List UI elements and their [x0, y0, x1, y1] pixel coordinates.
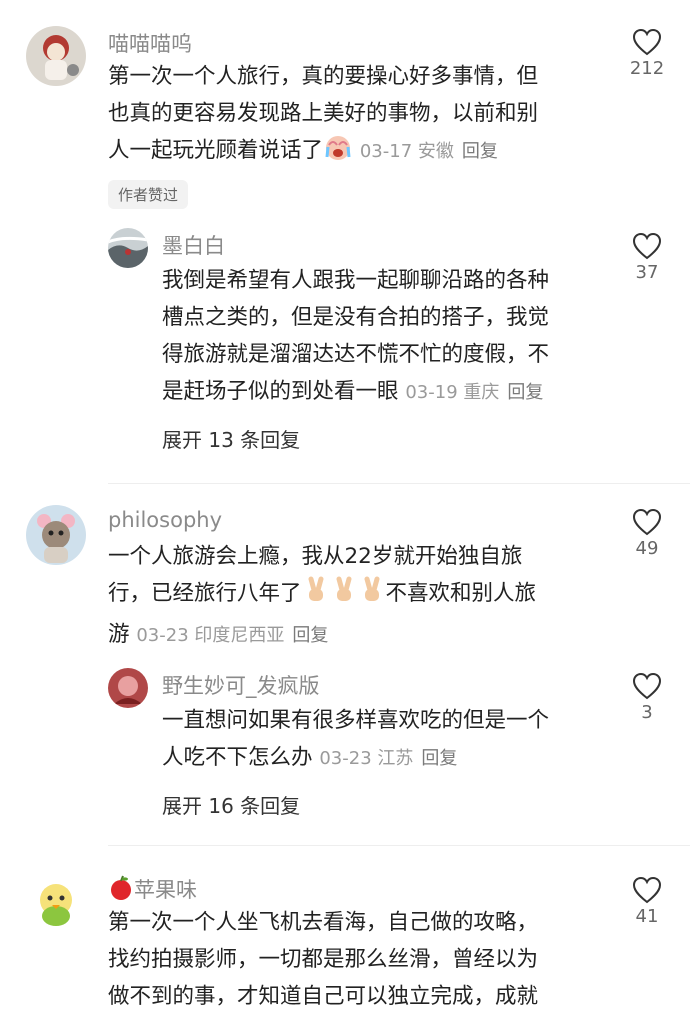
reply-text: 我倒是希望有人跟我一起聊聊沿路的各种 槽点之类的，但是没有合拍的搭子，我觉 得旅…: [162, 262, 602, 411]
reply-meta: 03-23 江苏 回复: [319, 748, 457, 769]
crying-face-icon: [323, 133, 353, 173]
comment-username[interactable]: 苹果味: [108, 874, 197, 906]
avatar[interactable]: [108, 668, 148, 708]
like-count: 212: [629, 58, 665, 79]
reply-location: 重庆: [463, 382, 500, 403]
reply-location: 江苏: [377, 748, 414, 769]
comment-line: 也真的更容易发现路上美好的事物，以前和别: [108, 101, 539, 126]
reply-username[interactable]: 墨白白: [162, 230, 225, 260]
reply-button[interactable]: 回复: [292, 625, 328, 646]
comment-line: 做不到的事，才知道自己可以独立完成，成就: [108, 984, 539, 1009]
comment-text: 第一次一个人旅行，真的要操心好多事情，但 也真的更容易发现路上美好的事物，以前和…: [108, 58, 608, 173]
like-button[interactable]: 3: [617, 672, 677, 723]
like-button[interactable]: 37: [617, 232, 677, 283]
comment-text: 第一次一个人坐飞机去看海，自己做的攻略， 找约拍摄影师，一切都是那么丝滑，曾经以…: [108, 904, 608, 1015]
comment-item: 喵喵喵呜 第一次一个人旅行，真的要操心好多事情，但 也真的更容易发现路上美好的事…: [0, 0, 690, 480]
reply-line: 槽点之类的，但是没有合拍的搭子，我觉: [162, 305, 550, 330]
like-count: 49: [635, 538, 659, 559]
reply-line: 我倒是希望有人跟我一起聊聊沿路的各种: [162, 268, 550, 293]
author-liked-badge: 作者赞过: [108, 180, 189, 209]
comment-line: 一个人旅游会上瘾，我从22岁就开始独自旅: [108, 544, 523, 569]
reply-line: 人吃不下怎么办 03-23 江苏 回复: [162, 745, 458, 770]
avatar[interactable]: [26, 505, 86, 565]
comment-username[interactable]: philosophy: [108, 508, 222, 532]
reply-line: 是赶场子似的到处看一眼 03-19 重庆 回复: [162, 379, 544, 404]
reply-line: 一直想问如果有很多样喜欢吃的但是一个: [162, 708, 550, 733]
comment-date: 03-23: [136, 625, 189, 646]
reply-date: 03-19: [405, 382, 458, 403]
heart-icon: [632, 876, 662, 904]
heart-icon: [632, 232, 662, 260]
red-apple-icon: [108, 875, 134, 906]
reply-date: 03-23: [319, 748, 372, 769]
victory-hand-icon: [302, 576, 330, 616]
comment-meta: 03-17 安徽 回复: [360, 141, 498, 162]
victory-hand-icon: [330, 576, 358, 616]
comment-text: 一个人旅游会上瘾，我从22岁就开始独自旅 行，已经旅行八年了 不喜欢和别人旅 游 …: [108, 538, 608, 654]
reply-button[interactable]: 回复: [421, 748, 457, 769]
like-count: 41: [635, 906, 659, 927]
expand-replies-button[interactable]: 展开 16 条回复: [162, 790, 300, 819]
reply-meta: 03-19 重庆 回复: [405, 382, 543, 403]
reply-text: 一直想问如果有很多样喜欢吃的但是一个 人吃不下怎么办 03-23 江苏 回复: [162, 702, 602, 777]
like-button[interactable]: 212: [617, 28, 677, 79]
reply-username[interactable]: 野生妙可_发疯版: [162, 670, 320, 700]
like-button[interactable]: 49: [617, 508, 677, 559]
expand-replies-button[interactable]: 展开 13 条回复: [162, 424, 300, 453]
avatar[interactable]: [26, 26, 86, 86]
heart-icon: [632, 508, 662, 536]
comment-line: 找约拍摄影师，一切都是那么丝滑，曾经以为: [108, 947, 539, 972]
heart-icon: [632, 672, 662, 700]
comment-line: 第一次一个人坐飞机去看海，自己做的攻略，: [108, 910, 539, 935]
heart-icon: [632, 28, 662, 56]
comment-line: 第一次一个人旅行，真的要操心好多事情，但: [108, 64, 539, 89]
reply-button[interactable]: 回复: [462, 141, 498, 162]
divider: [108, 845, 690, 846]
like-count: 3: [641, 702, 653, 723]
avatar[interactable]: [108, 228, 148, 268]
comment-line: 行，已经旅行八年了 不喜欢和别人旅: [108, 575, 608, 616]
like-count: 37: [635, 262, 659, 283]
comment-username[interactable]: 喵喵喵呜: [108, 28, 192, 58]
avatar[interactable]: [26, 872, 86, 932]
comment-line: 人一起玩光顾着说话了 03-17 安徽 回复: [108, 132, 608, 173]
victory-hand-icon: [358, 576, 386, 616]
comment-meta: 03-23 印度尼西亚 回复: [136, 625, 328, 646]
comment-location: 安徽: [417, 141, 454, 162]
like-button[interactable]: 41: [617, 876, 677, 927]
comment-date: 03-17: [359, 141, 413, 162]
comment-location: 印度尼西亚: [194, 625, 285, 646]
reply-line: 得旅游就是溜溜达达不慌不忙的度假，不: [162, 342, 550, 367]
reply-button[interactable]: 回复: [507, 382, 543, 403]
divider: [108, 483, 690, 484]
comment-line: 游 03-23 印度尼西亚 回复: [108, 622, 329, 647]
